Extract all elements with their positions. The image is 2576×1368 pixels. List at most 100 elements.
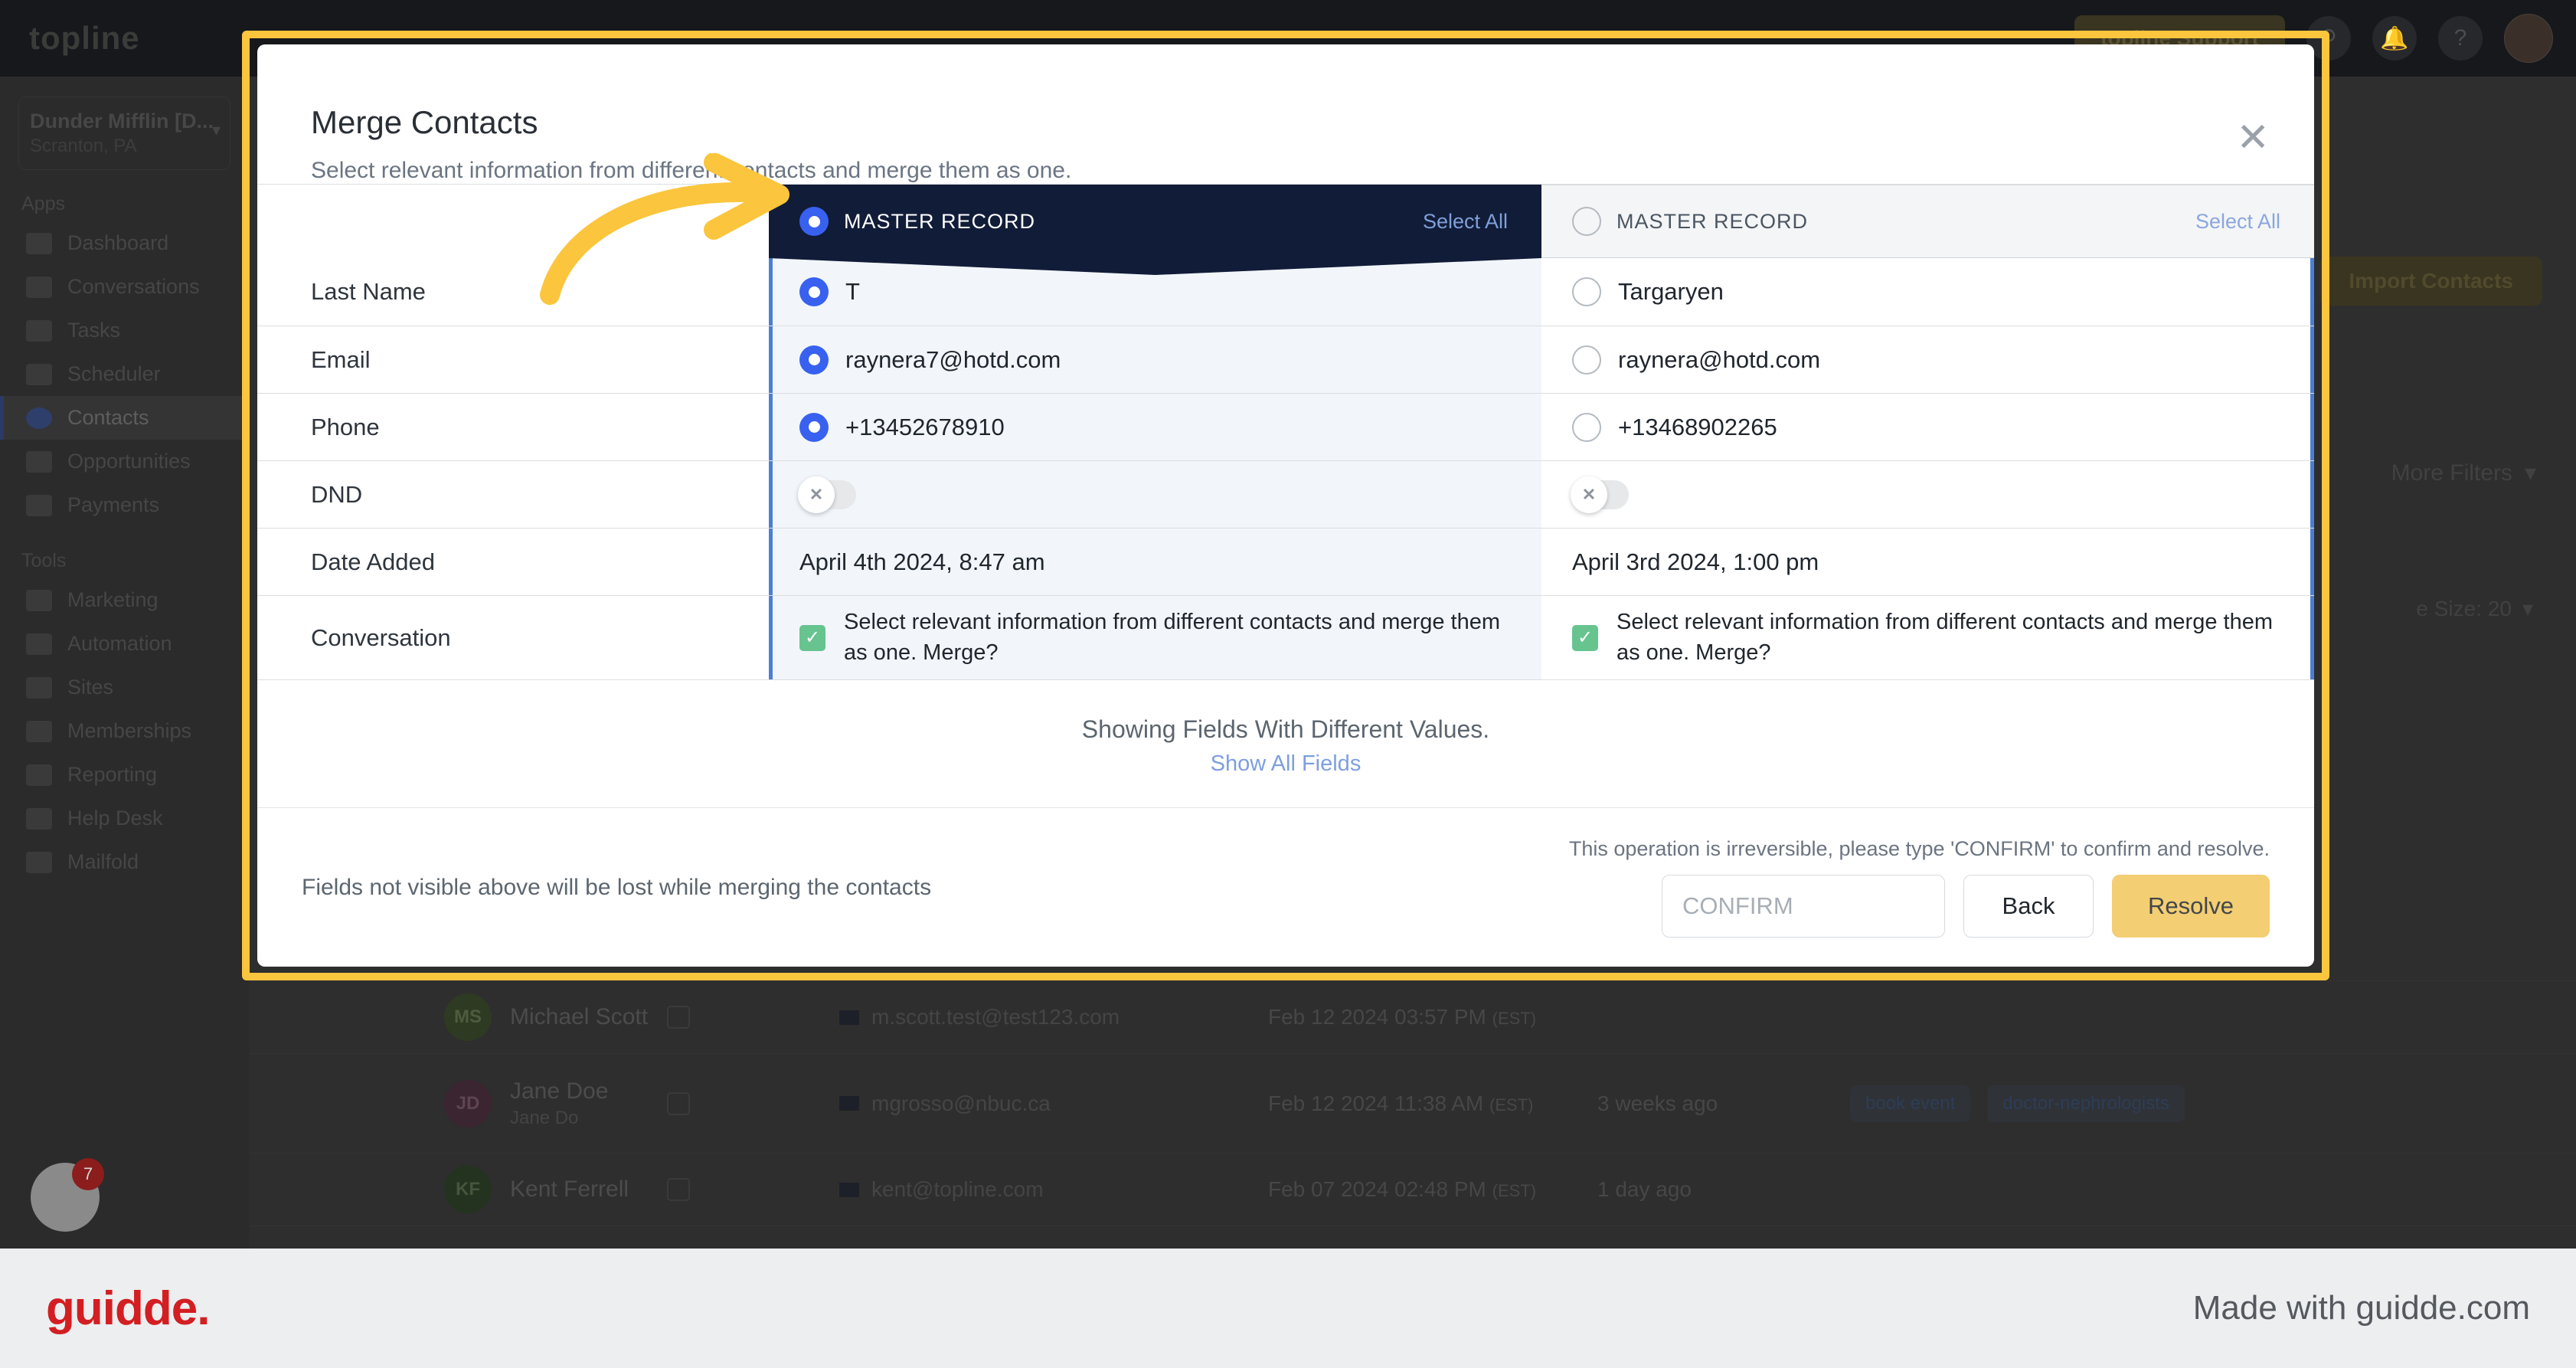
value-right: April 3rd 2024, 1:00 pm <box>1572 548 1819 576</box>
value-cell-left[interactable]: ✓ Select relevant information from diffe… <box>769 596 1541 679</box>
page-title: Merge Contacts <box>311 104 538 140</box>
row-checkbox[interactable] <box>667 1178 690 1201</box>
gear-icon <box>26 633 52 655</box>
import-contacts-button[interactable]: Import Contacts <box>2319 257 2542 306</box>
sidebar-item-label: Marketing <box>67 588 159 611</box>
table-row[interactable]: MS Michael Scott m.scott.test@test123.co… <box>249 980 2576 1053</box>
value-cell-right: April 3rd 2024, 1:00 pm <box>1541 529 2314 595</box>
master-record-radio-right[interactable] <box>1572 207 1601 236</box>
value-radio-left[interactable] <box>799 412 829 442</box>
value-cell-right[interactable]: raynera@hotd.com <box>1541 326 2314 393</box>
tag-chip[interactable]: book event <box>1850 1085 1971 1122</box>
merge-grid-header: MASTER RECORD Select All MASTER RECORD S… <box>257 185 2314 275</box>
contact-date-value: Feb 12 2024 11:38 AM <box>1268 1091 1484 1115</box>
contact-name: Jane Doe <box>510 1078 609 1104</box>
account-name: Dunder Mifflin [D... <box>30 110 214 133</box>
sidebar-item-mailfold[interactable]: Mailfold <box>0 840 249 884</box>
contact-email: kent@topline.com <box>871 1177 1044 1201</box>
sidebar-item-tasks[interactable]: Tasks <box>0 309 249 352</box>
avatar-initials: MS <box>454 1006 482 1027</box>
sidebar-item-reporting[interactable]: Reporting <box>0 753 249 797</box>
sidebar-item-automation[interactable]: Automation <box>0 622 249 666</box>
sidebar-item-payments[interactable]: Payments <box>0 483 249 527</box>
sidebar-item-contacts[interactable]: Contacts <box>0 396 249 440</box>
back-button[interactable]: Back <box>1963 875 2094 938</box>
value-text: April 4th 2024, 8:47 am <box>799 548 1045 575</box>
more-filters-button[interactable]: More Filters ▾ <box>2391 460 2536 486</box>
value-cell-left[interactable]: +13452678910 <box>769 394 1541 460</box>
target-icon <box>26 450 52 473</box>
avatar[interactable] <box>2504 14 2553 63</box>
modal-footer: Fields not visible above will be lost wh… <box>257 807 2314 967</box>
contact-date: Feb 12 2024 03:57 PM (EST) <box>1268 1005 1597 1029</box>
value-left: raynera7@hotd.com <box>799 345 1061 375</box>
show-all-fields-link[interactable]: Show All Fields <box>257 751 2314 777</box>
value-cell-left[interactable]: raynera7@hotd.com <box>769 326 1541 393</box>
dnd-toggle-left[interactable] <box>798 476 856 513</box>
close-icon[interactable]: ✕ <box>2236 118 2270 158</box>
value-cell-right[interactable] <box>1541 461 2314 528</box>
question-icon <box>26 807 52 830</box>
table-row[interactable]: JD Jane Doe Jane Do mgrosso@nbuc.ca Feb … <box>249 1053 2576 1153</box>
page-size-selector[interactable]: e Size: 20 ▾ <box>2416 596 2533 621</box>
master-record-header-left[interactable]: MASTER RECORD Select All <box>769 185 1541 275</box>
field-label: Phone <box>311 413 380 440</box>
field-label: Last Name <box>311 278 426 305</box>
sidebar-item-opportunities[interactable]: Opportunities <box>0 440 249 483</box>
account-switcher[interactable]: Dunder Mifflin [D... Scranton, PA ▾ <box>18 97 230 170</box>
sidebar-item-label: Scheduler <box>67 362 161 385</box>
bell-icon[interactable]: 🔔 <box>2372 16 2417 61</box>
master-record-left-group: MASTER RECORD <box>799 207 1035 236</box>
conversation-checkbox-left[interactable]: ✓ <box>799 624 825 651</box>
sidebar-item-memberships[interactable]: Memberships <box>0 709 249 753</box>
select-all-left[interactable]: Select All <box>1423 210 1508 234</box>
sidebar-item-sites[interactable]: Sites <box>0 666 249 709</box>
merge-row-conversation: Conversation ✓ Select relevant informati… <box>257 595 2314 679</box>
value-radio-right[interactable] <box>1572 345 1601 375</box>
value-text: raynera7@hotd.com <box>845 345 1061 373</box>
avatar: KF <box>444 1166 492 1213</box>
tag-chip[interactable]: doctor-nephrologists <box>1987 1085 2185 1122</box>
sidebar-item-dashboard[interactable]: Dashboard <box>0 221 249 265</box>
chevron-down-icon: ▾ <box>2524 460 2536 486</box>
merge-row-dnd: DND <box>257 460 2314 528</box>
value-cell-left[interactable] <box>769 461 1541 528</box>
master-record-radio-left[interactable] <box>799 207 829 236</box>
footer-warning: Fields not visible above will be lost wh… <box>302 874 932 900</box>
avatar: MS <box>444 993 492 1041</box>
resolve-button[interactable]: Resolve <box>2112 875 2270 938</box>
merge-row-date-added: Date Added April 4th 2024, 8:47 am April… <box>257 528 2314 595</box>
value-radio-right[interactable] <box>1572 412 1601 442</box>
avatar: JD <box>444 1079 492 1127</box>
conversation-checkbox-right[interactable]: ✓ <box>1572 624 1598 651</box>
field-label: Conversation <box>311 623 451 651</box>
contact-tags: book event doctor-nephrologists <box>1850 1085 2185 1122</box>
modal-header: Merge Contacts Select relevant informati… <box>257 44 2314 184</box>
chat-widget-button[interactable]: 7 <box>31 1158 104 1232</box>
dnd-toggle-right[interactable] <box>1571 476 1629 513</box>
value-text: Targaryen <box>1618 278 1724 305</box>
sidebar-item-marketing[interactable]: Marketing <box>0 578 249 622</box>
value-radio-left[interactable] <box>799 277 829 306</box>
help-icon[interactable]: ? <box>2438 16 2483 61</box>
value-radio-left[interactable] <box>799 345 829 375</box>
sidebar-item-scheduler[interactable]: Scheduler <box>0 352 249 396</box>
contact-date-value: Feb 12 2024 03:57 PM <box>1268 1005 1486 1029</box>
value-radio-right[interactable] <box>1572 277 1601 306</box>
sidebar-item-label: Tasks <box>67 319 121 342</box>
value-cell-right[interactable]: Targaryen <box>1541 258 2314 326</box>
chart-icon <box>26 764 52 786</box>
value-text: T <box>845 278 860 305</box>
select-all-right[interactable]: Select All <box>2195 210 2280 234</box>
master-record-header-right[interactable]: MASTER RECORD Select All <box>1541 185 2314 258</box>
table-row[interactable]: KF Kent Ferrell kent@topline.com Feb 07 … <box>249 1153 2576 1226</box>
value-cell-right[interactable]: +13468902265 <box>1541 394 2314 460</box>
row-checkbox[interactable] <box>667 1091 690 1115</box>
sidebar-item-conversations[interactable]: Conversations <box>0 265 249 309</box>
row-checkbox[interactable] <box>667 1006 690 1029</box>
avatar-initials: KF <box>456 1179 480 1199</box>
value-cell-right[interactable]: ✓ Select relevant information from diffe… <box>1541 596 2314 679</box>
confirm-input[interactable] <box>1662 875 1945 938</box>
conversation-left: ✓ Select relevant information from diffe… <box>799 607 1508 667</box>
sidebar-item-help-desk[interactable]: Help Desk <box>0 797 249 840</box>
